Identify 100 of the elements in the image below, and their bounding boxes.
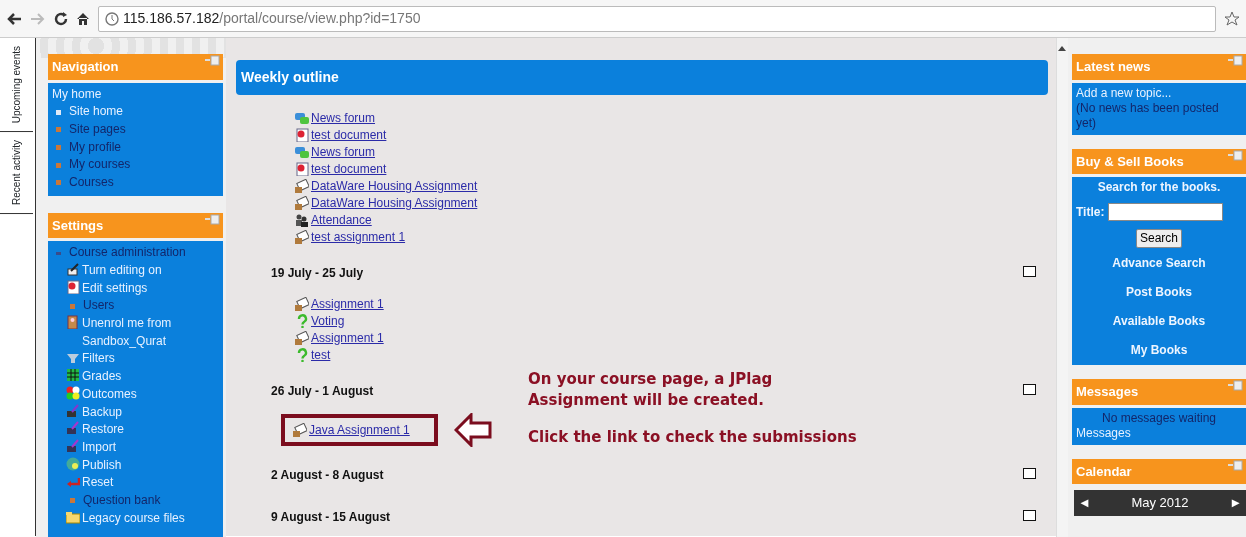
nav-item[interactable]: Unenrol me from Sandbox_Qurat [52, 315, 219, 351]
annotation-text: Click the link to check the submissions [528, 427, 857, 448]
nav-item[interactable]: Publish [52, 456, 219, 475]
paper-stack-icon [295, 178, 309, 193]
nav-item[interactable]: Import [52, 438, 219, 457]
activity-link[interactable]: Assignment 1 [311, 328, 384, 347]
block-title: Latest news [1076, 59, 1151, 74]
nav-item[interactable]: Outcomes [52, 385, 219, 404]
document-icon [295, 127, 309, 142]
activity-link[interactable]: News forum [311, 108, 375, 127]
dock-icon [1227, 380, 1243, 391]
news-link[interactable]: Add a new topic... [1076, 85, 1242, 101]
activity-link[interactable]: test [311, 345, 331, 364]
people-icon [295, 212, 309, 227]
chat-bubbles-icon [295, 110, 309, 125]
block-title: Buy & Sell Books [1076, 153, 1184, 169]
block-title: Settings [52, 217, 104, 233]
nav-item[interactable]: Course administration [52, 244, 219, 262]
activity-link[interactable]: Assignment 1 [311, 294, 384, 313]
nav-item[interactable]: Courses [52, 174, 219, 192]
arrow-icon [453, 413, 492, 447]
search-button[interactable]: Search [1136, 229, 1182, 248]
activity-link[interactable]: test assignment 1 [311, 227, 406, 246]
block-title: Messages [1076, 384, 1139, 399]
highlight-toggle[interactable] [1023, 468, 1036, 479]
messages-link[interactable]: Messages [1076, 425, 1242, 441]
nav-item[interactable]: Users [52, 297, 219, 316]
document-icon [295, 161, 309, 176]
nav-item[interactable]: Backup [52, 403, 219, 422]
question-mark-icon [295, 313, 309, 328]
side-tab[interactable]: Upcoming events [0, 38, 33, 132]
highlight-toggle[interactable] [1023, 384, 1036, 395]
book-link[interactable]: Post Books [1076, 285, 1242, 300]
nav-item[interactable]: My profile [52, 138, 219, 157]
box-arrow-icon [66, 421, 80, 436]
paper-stack-icon [295, 330, 309, 345]
nav-item[interactable]: Reset [52, 474, 219, 493]
title-field[interactable] [1108, 203, 1224, 221]
activity-link[interactable]: Java Assignment 1 [309, 421, 410, 439]
side-tab[interactable]: Recent activity [0, 131, 33, 215]
nav-item[interactable]: My home [52, 85, 219, 104]
person-icon [66, 315, 80, 330]
activity-link[interactable]: News forum [311, 142, 375, 161]
bullet-icon [56, 127, 61, 133]
section-title: 19 July - 25 July [271, 265, 364, 282]
activity-link[interactable]: Attendance [311, 210, 372, 229]
nav-item[interactable]: Site home [52, 103, 219, 121]
prev-month-button[interactable]: ◄ [1078, 493, 1091, 513]
bullet-icon [70, 498, 75, 504]
block-title: Navigation [52, 59, 119, 74]
reload-icon [54, 11, 68, 26]
nav-item[interactable]: Question bank [52, 492, 219, 510]
book-link[interactable]: My Books [1076, 343, 1242, 358]
activity-link[interactable]: test document [311, 159, 387, 178]
nav-item[interactable]: My courses [52, 156, 219, 174]
bullet-icon [56, 144, 61, 150]
nav-item[interactable]: Edit settings [52, 279, 219, 298]
book-link[interactable]: Advance Search [1076, 256, 1242, 271]
question-mark-icon [295, 347, 309, 362]
nav-item[interactable]: Grades [52, 368, 219, 386]
address-bar[interactable]: 115.186.57.182/portal/course/view.php?id=1750 [98, 5, 1216, 32]
paper-stack-icon [293, 423, 307, 437]
section-header: Weekly outline [236, 60, 1048, 95]
star-icon [1224, 10, 1240, 27]
box-arrow-icon [66, 403, 80, 418]
highlight-toggle[interactable] [1023, 266, 1036, 277]
nav-item[interactable]: Filters [52, 350, 219, 369]
dock-icon [1227, 149, 1243, 161]
month-title: May 2012 [1131, 494, 1189, 512]
nav-item[interactable]: Turn editing on [52, 261, 219, 280]
field-label: Title: [1076, 204, 1105, 220]
folder-icon [66, 509, 80, 524]
highlight-toggle[interactable] [1023, 510, 1036, 521]
activity-link[interactable]: DataWare Housing Assignment [311, 176, 478, 195]
book-link[interactable]: Available Books [1076, 314, 1242, 329]
home-icon [76, 11, 90, 26]
activity-link[interactable]: Voting [311, 311, 345, 330]
bullet-icon [56, 109, 61, 115]
paper-stack-icon [295, 195, 309, 210]
news-note: (No news has been posted yet) [1076, 100, 1220, 131]
messages-status: No messages waiting [1100, 410, 1218, 426]
dock-icon [204, 213, 220, 225]
pencil-hand-icon [66, 261, 80, 276]
nav-item[interactable]: Restore [52, 421, 219, 439]
paper-stack-icon [295, 296, 309, 311]
url-text: 115.186.57.182/portal/course/view.php?id=1750 [123, 9, 421, 28]
nav-item[interactable]: Legacy course files [52, 509, 219, 528]
section-title: 9 August - 15 August [271, 509, 391, 526]
activity-link[interactable]: DataWare Housing Assignment [311, 193, 478, 212]
forward-icon [30, 11, 46, 26]
next-month-button[interactable]: ► [1229, 493, 1242, 513]
activity-link[interactable]: test document [311, 125, 387, 144]
section-title: 26 July - 1 August [271, 383, 374, 400]
back-icon [6, 11, 22, 26]
annotation-text: On your course page, a JPlag [528, 369, 774, 390]
box-arrow-icon [66, 438, 80, 453]
document-icon [66, 279, 80, 294]
nav-item[interactable]: Site pages [52, 120, 219, 139]
dock-icon [204, 55, 220, 66]
paper-stack-icon [295, 229, 309, 244]
